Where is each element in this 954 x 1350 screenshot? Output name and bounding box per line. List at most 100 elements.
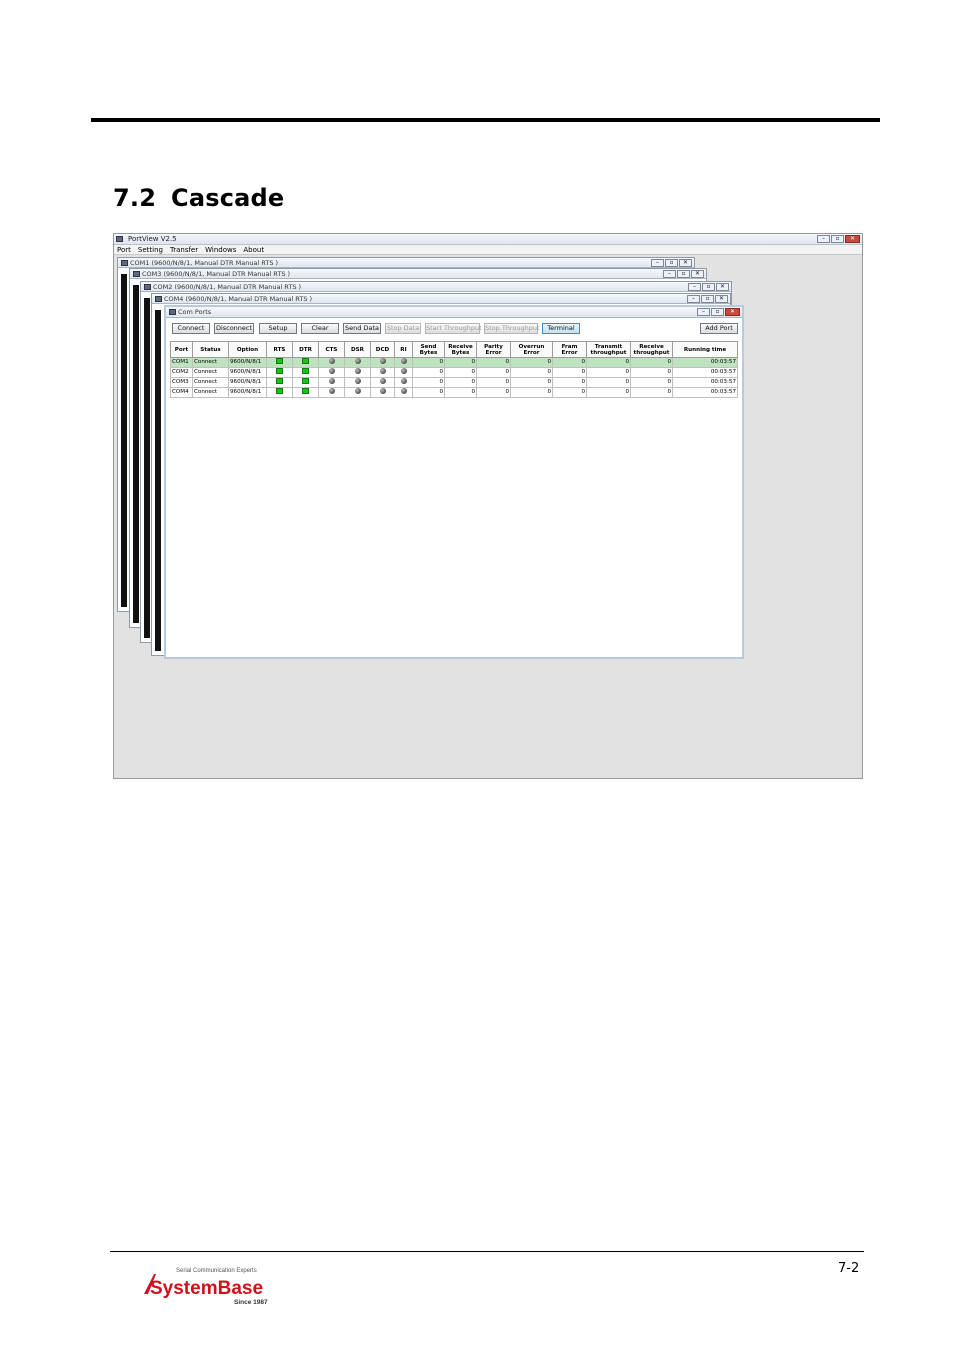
table-header-row: Port Status Option RTS DTR CTS DSR DCD R… xyxy=(170,341,738,358)
cell-parity-error: 0 xyxy=(476,357,511,368)
led-on-icon xyxy=(276,358,283,364)
col-port[interactable]: Port xyxy=(170,341,193,358)
cell-status: Connect xyxy=(192,367,229,378)
col-rts[interactable]: RTS xyxy=(266,341,293,358)
cell-receive-throughput: 0 xyxy=(630,367,673,378)
window-icon xyxy=(121,260,128,266)
minimize-icon[interactable]: – xyxy=(663,270,676,278)
cell-rts xyxy=(266,387,293,398)
close-icon[interactable]: ✕ xyxy=(845,235,860,243)
cell-dcd xyxy=(370,367,395,378)
table-row[interactable]: COM4 Connect 9600/N/8/1 0 0 0 0 0 0 0 00… xyxy=(170,387,738,398)
col-overrun-error[interactable]: Overrun Error xyxy=(510,341,553,358)
maximize-icon[interactable]: ▫ xyxy=(702,283,715,291)
stop-throughput-button[interactable]: Stop Throughput xyxy=(484,323,540,334)
led-off-icon xyxy=(328,368,335,374)
bottom-rule xyxy=(110,1251,864,1252)
col-cts[interactable]: CTS xyxy=(318,341,345,358)
col-parity-error[interactable]: Parity Error xyxy=(476,341,511,358)
systembase-logo: Serial Communication Experts SystemBase … xyxy=(144,1268,268,1306)
minimize-icon[interactable]: – xyxy=(697,308,710,316)
cell-fram-error: 0 xyxy=(552,367,587,378)
cell-dcd xyxy=(370,377,395,388)
window-icon xyxy=(155,296,162,302)
window-icon xyxy=(144,284,151,290)
col-send-bytes[interactable]: Send Bytes xyxy=(412,341,445,358)
maximize-icon[interactable]: ▫ xyxy=(665,259,678,267)
menu-bar: Port Setting Transfer Windows About xyxy=(114,245,862,255)
col-transmit-throughput[interactable]: Transmit throughput xyxy=(586,341,631,358)
table-row[interactable]: COM1 Connect 9600/N/8/1 0 0 0 0 0 0 0 00… xyxy=(170,357,738,368)
col-receive-bytes[interactable]: Receive Bytes xyxy=(444,341,477,358)
close-icon[interactable]: ✕ xyxy=(716,283,729,291)
cell-option: 9600/N/8/1 xyxy=(228,387,267,398)
maximize-icon[interactable]: ▫ xyxy=(677,270,690,278)
close-icon[interactable]: ✕ xyxy=(679,259,692,267)
com-ports-title: Com Ports xyxy=(178,308,212,316)
add-port-button[interactable]: Add Port xyxy=(700,323,738,334)
col-ri[interactable]: RI xyxy=(394,341,413,358)
maximize-icon[interactable]: ▫ xyxy=(711,308,724,316)
col-running-time[interactable]: Running time xyxy=(672,341,738,358)
terminal-button[interactable]: Terminal xyxy=(542,323,580,334)
close-icon[interactable]: ✕ xyxy=(725,308,740,316)
led-off-icon xyxy=(328,378,335,384)
close-icon[interactable]: ✕ xyxy=(715,295,728,303)
col-dcd[interactable]: DCD xyxy=(370,341,395,358)
col-fram-error[interactable]: Fram Error xyxy=(552,341,587,358)
cell-running-time: 00:03:57 xyxy=(672,357,738,368)
minimize-icon[interactable]: – xyxy=(688,283,701,291)
minimize-icon[interactable]: – xyxy=(817,235,830,243)
led-off-icon xyxy=(400,388,407,394)
menu-port[interactable]: Port xyxy=(117,245,131,254)
cell-overrun-error: 0 xyxy=(510,367,553,378)
col-status[interactable]: Status xyxy=(192,341,229,358)
menu-windows[interactable]: Windows xyxy=(205,245,236,254)
cell-receive-bytes: 0 xyxy=(444,387,477,398)
cell-dsr xyxy=(344,357,371,368)
cell-dtr xyxy=(292,357,319,368)
col-option[interactable]: Option xyxy=(228,341,267,358)
menu-about[interactable]: About xyxy=(243,245,264,254)
cell-rts xyxy=(266,357,293,368)
cell-status: Connect xyxy=(192,357,229,368)
logo-since: Since 1987 xyxy=(234,1299,268,1306)
menu-transfer[interactable]: Transfer xyxy=(170,245,198,254)
minimize-icon[interactable]: – xyxy=(687,295,700,303)
col-dsr[interactable]: DSR xyxy=(344,341,371,358)
minimize-icon[interactable]: – xyxy=(651,259,664,267)
cell-transmit-throughput: 0 xyxy=(586,377,631,388)
app-caption-buttons: – ▫ ✕ xyxy=(817,235,860,243)
cell-send-bytes: 0 xyxy=(412,357,445,368)
setup-button[interactable]: Setup xyxy=(259,323,297,334)
logo-tagline: Serial Communication Experts xyxy=(176,1268,257,1274)
cell-overrun-error: 0 xyxy=(510,377,553,388)
stop-data-button[interactable]: Stop Data xyxy=(385,323,421,334)
cell-send-bytes: 0 xyxy=(412,387,445,398)
col-dtr[interactable]: DTR xyxy=(292,341,319,358)
cell-dtr xyxy=(292,377,319,388)
send-data-button[interactable]: Send Data xyxy=(343,323,381,334)
col-receive-throughput[interactable]: Receive throughput xyxy=(630,341,673,358)
app-title: PortView V2.5 xyxy=(128,235,177,243)
cell-transmit-throughput: 0 xyxy=(586,387,631,398)
com-ports-window[interactable]: Com Ports – ▫ ✕ Connect Disconnect Setup C… xyxy=(164,305,744,659)
menu-setting[interactable]: Setting xyxy=(138,245,163,254)
led-off-icon xyxy=(400,368,407,374)
ports-table: Port Status Option RTS DTR CTS DSR DCD R… xyxy=(170,341,738,398)
window-title: COM4 (9600/N/8/1, Manual DTR Manual RTS … xyxy=(164,295,313,303)
restore-icon[interactable]: ▫ xyxy=(831,235,844,243)
disconnect-button[interactable]: Disconnect xyxy=(214,323,254,334)
table-row[interactable]: COM3 Connect 9600/N/8/1 0 0 0 0 0 0 0 00… xyxy=(170,377,738,388)
page-number: 7-2 xyxy=(838,1261,860,1276)
logo-name: SystemBase xyxy=(150,1278,263,1299)
clear-button[interactable]: Clear xyxy=(301,323,339,334)
cell-fram-error: 0 xyxy=(552,377,587,388)
close-icon[interactable]: ✕ xyxy=(691,270,704,278)
table-row[interactable]: COM2 Connect 9600/N/8/1 0 0 0 0 0 0 0 00… xyxy=(170,367,738,378)
start-throughput-button[interactable]: Start Throughput xyxy=(425,323,482,334)
connect-button[interactable]: Connect xyxy=(172,323,210,334)
maximize-icon[interactable]: ▫ xyxy=(701,295,714,303)
cell-dtr xyxy=(292,367,319,378)
cell-receive-throughput: 0 xyxy=(630,377,673,388)
